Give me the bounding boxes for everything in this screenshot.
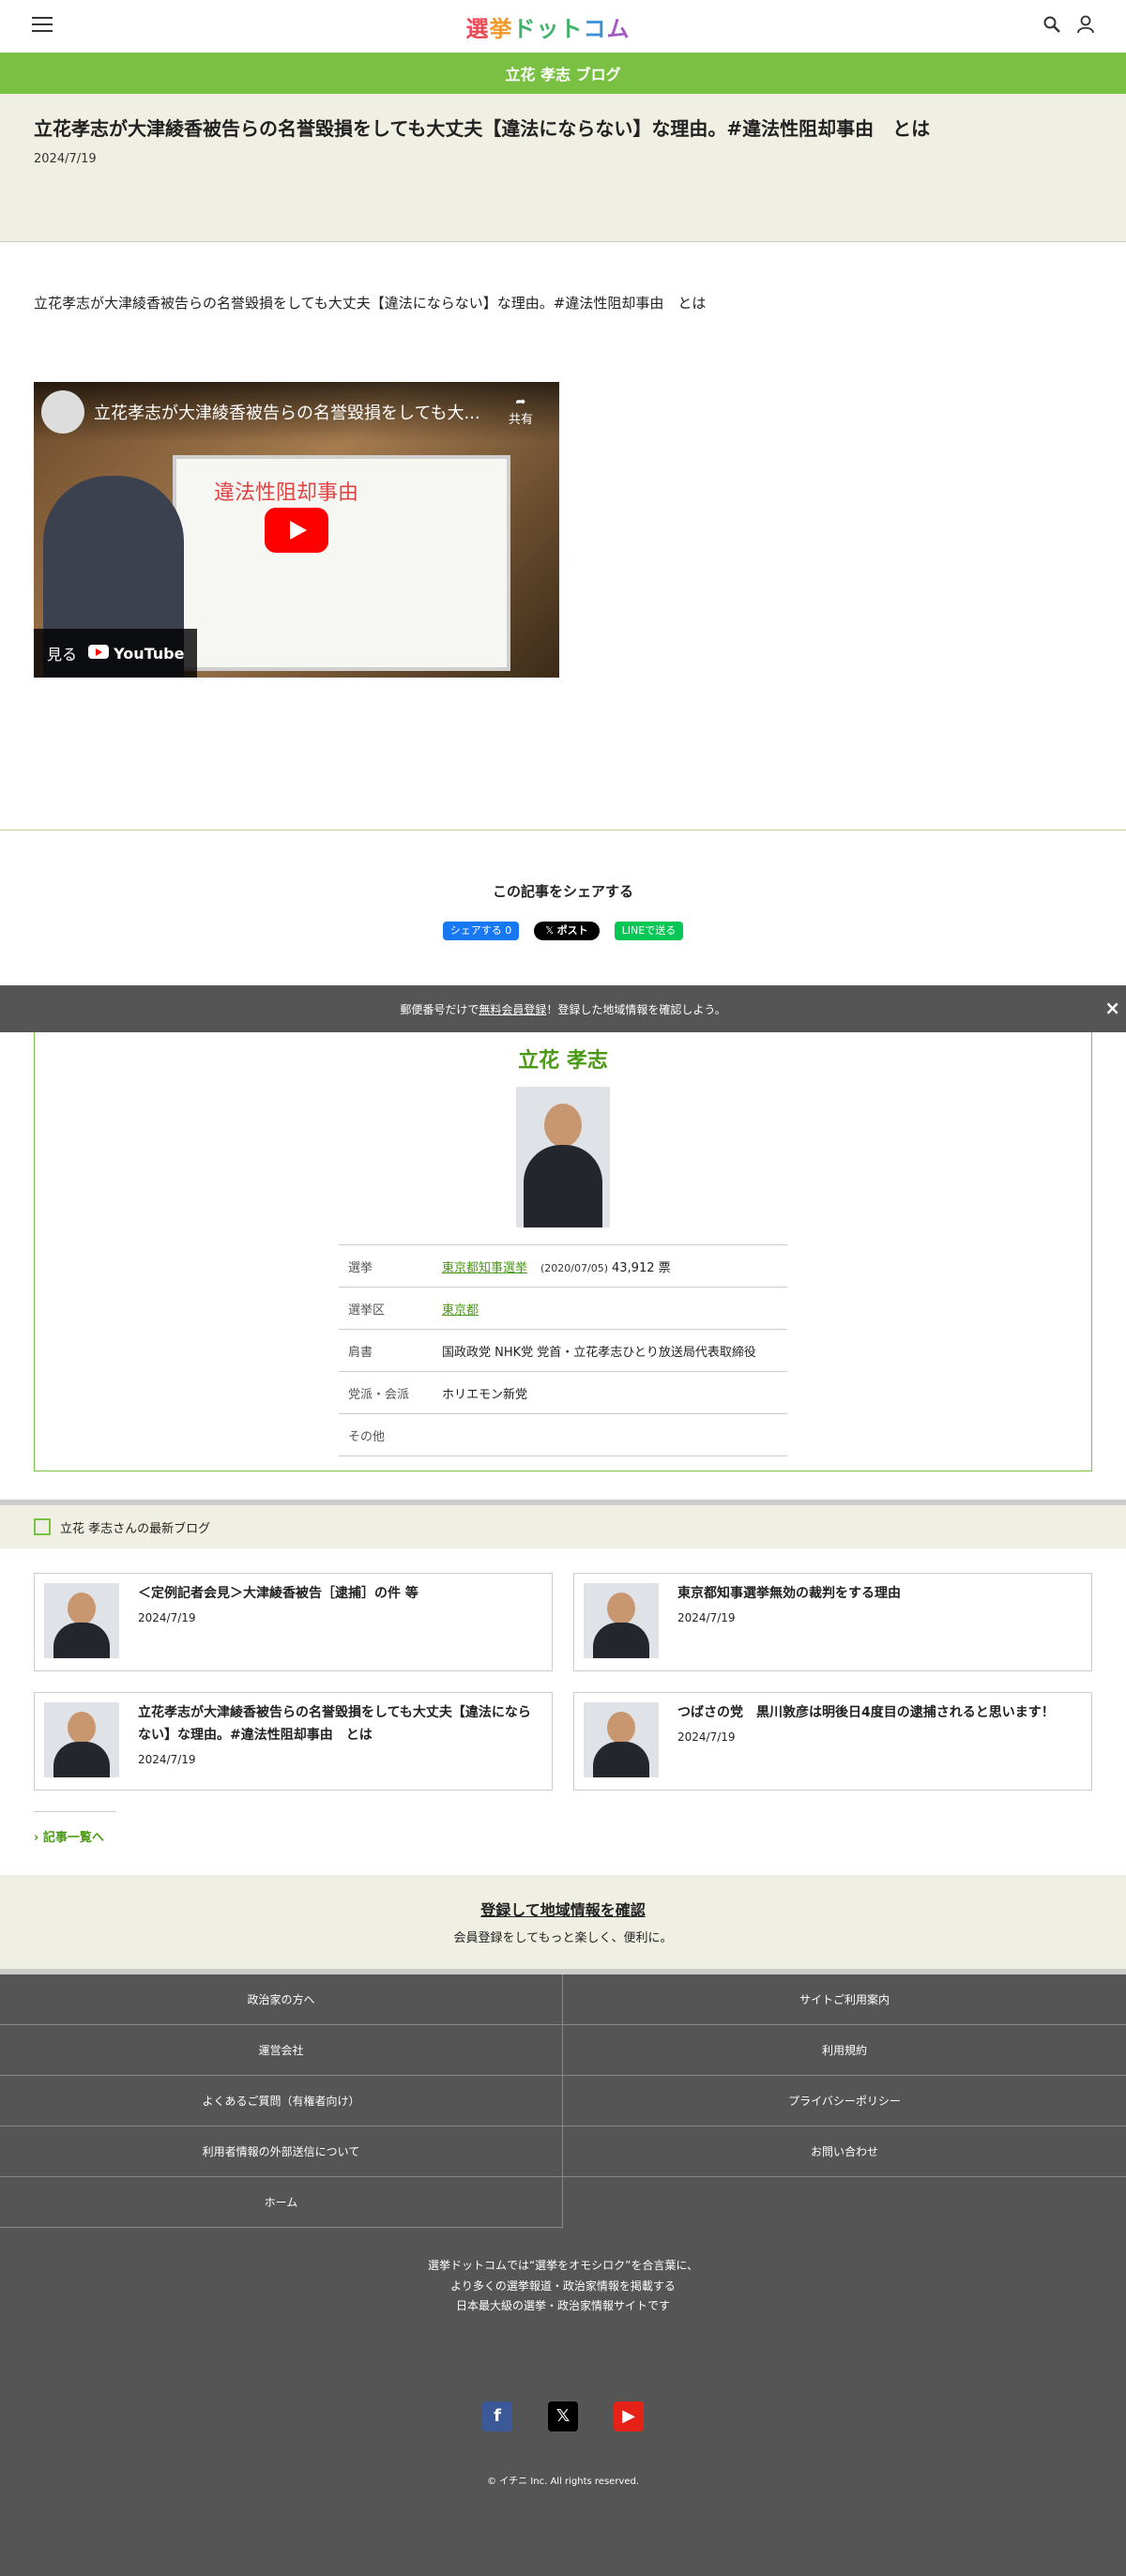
copyright: © イチニ Inc. All rights reserved. [486, 2476, 640, 2487]
watch-on-youtube[interactable]: 見る YouTube [34, 629, 198, 678]
site-header: 選挙ドットコム [0, 0, 1126, 53]
footer-link[interactable]: お問い合わせ [563, 2126, 1126, 2177]
youtube-icon [88, 644, 110, 659]
x-icon[interactable]: 𝕏 [548, 2401, 578, 2431]
close-icon[interactable]: × [1104, 997, 1120, 1019]
election-link[interactable]: 東京都知事選挙 [442, 1261, 527, 1275]
footer-link[interactable]: 利用規約 [563, 2025, 1126, 2076]
blog-thumbnail [44, 1583, 119, 1658]
footer-link[interactable]: よくあるご質問（有権者向け） [0, 2076, 563, 2126]
site-logo[interactable]: 選挙ドットコム [466, 10, 631, 43]
latest-blog-list: ＜定例記者会見＞大津綾香被告［逮捕］の件 等 2024/7/19 東京都知事選挙無… [0, 1548, 1126, 1791]
footer-link[interactable]: サイトご利用案内 [563, 1974, 1126, 2025]
footer-link[interactable]: ホーム [0, 2177, 563, 2228]
footer-link[interactable]: 利用者情報の外部送信について [0, 2126, 563, 2177]
blog-thumbnail [584, 1583, 659, 1658]
share-section: この記事をシェアする シェアする 0 𝕏 ポスト LINEで送る [0, 830, 1126, 985]
blog-card[interactable]: ＜定例記者会見＞大津綾香被告［逮捕］の件 等 2024/7/19 [34, 1573, 553, 1671]
site-footer: 政治家の方へ サイトご利用案内 運営会社 利用規約 よくあるご質問（有権者向け）… [0, 1969, 1126, 2576]
social-links: f 𝕏 ▶ [0, 2401, 1126, 2431]
channel-avatar[interactable] [41, 390, 84, 434]
footer-links: 政治家の方へ サイトご利用案内 運営会社 利用規約 よくあるご質問（有権者向け）… [0, 1974, 1126, 2228]
profile-party: ホリエモン新党 [433, 1371, 787, 1414]
district-link[interactable]: 東京都 [442, 1303, 479, 1318]
blog-card[interactable]: 立花孝志が大津綾香被告らの名誉毀損をしても大丈夫【違法にならない】な理由。#違法… [34, 1692, 553, 1791]
share-heading: この記事をシェアする [492, 883, 633, 900]
profile-other [433, 1413, 787, 1456]
blog-thumbnail [44, 1702, 119, 1777]
blog-card[interactable]: つばさの党 黒川敦彦は明後日4度目の逮捕されると思います！ 2024/7/19 [573, 1692, 1092, 1791]
register-banner: 登録して地域情報を確認 会員登録をしてもっと楽しく、便利に。 [0, 1875, 1126, 1969]
register-subtext: 会員登録をしてもっと楽しく、便利に。 [453, 1931, 673, 1945]
blog-title: 立花 孝志 ブログ [505, 66, 621, 84]
register-notice-bar: 郵便番号だけで 無料会員登録 ！登録した地域情報を確認しよう。 × [0, 985, 1126, 1032]
blog-title-bar: 立花 孝志 ブログ [0, 53, 1126, 94]
user-icon[interactable] [1077, 15, 1094, 38]
blog-thumbnail [584, 1702, 659, 1777]
politician-name[interactable]: 立花 孝志 [35, 1044, 1091, 1074]
video-share-button[interactable]: ➦ 共有 [509, 395, 533, 427]
all-articles-link[interactable]: › 記事一覧へ [34, 1811, 116, 1845]
register-link[interactable]: 登録して地域情報を確認 [0, 1898, 1126, 1920]
play-button[interactable] [265, 508, 328, 553]
profile-table: 選挙 東京都知事選挙 (2020/07/05) 43,912 票 選挙区 東京都 肩書国… [339, 1244, 787, 1456]
article-text: 立花孝志が大津綾香被告らの名誉毀損をしても大丈夫【違法にならない】な理由。#違法… [34, 295, 707, 312]
blog-card[interactable]: 東京都知事選挙無効の裁判をする理由 2024/7/19 [573, 1573, 1092, 1671]
article-header: 立花孝志が大津綾香被告らの名誉毀損をしても大丈夫【違法にならない】な理由。#違法… [0, 94, 1126, 242]
share-arrow-icon: ➦ [515, 395, 526, 409]
footer-link[interactable]: プライバシーポリシー [563, 2076, 1126, 2126]
latest-blog-header: 立花 孝志さんの最新ブログ [0, 1505, 1126, 1548]
footer-link[interactable]: 運営会社 [0, 2025, 563, 2076]
x-post-button[interactable]: 𝕏 ポスト [534, 922, 600, 940]
line-share-button[interactable]: LINEで送る [614, 922, 684, 940]
search-icon[interactable] [1043, 16, 1060, 37]
youtube-embed[interactable]: 違法性阻却事由 立花孝志が大津綾香被告らの名誉毀損をしても大... ➦ 共有 見… [34, 382, 559, 678]
youtube-icon[interactable]: ▶ [614, 2401, 644, 2431]
politician-profile: 立花 孝志 選挙 東京都知事選挙 (2020/07/05) 43,912 票 選挙区東… [34, 1032, 1092, 1471]
article-date: 2024/7/19 [34, 152, 97, 166]
footer-link[interactable]: 政治家の方へ [0, 1974, 563, 2025]
profile-title: 国政政党 NHK党 党首・立花孝志ひとり放送局代表取締役 [433, 1329, 787, 1372]
whiteboard-image: 違法性阻却事由 [173, 455, 510, 671]
blog-icon [34, 1518, 51, 1535]
article-title: 立花孝志が大津綾香被告らの名誉毀損をしても大丈夫【違法にならない】な理由。#違法… [34, 117, 931, 140]
footer-description: 選挙ドットコムでは“選挙をオモシロク”を合言葉に、 より多くの選挙報道・政治家情… [427, 2259, 699, 2313]
politician-photo[interactable] [516, 1087, 610, 1227]
menu-icon[interactable] [32, 17, 53, 36]
video-title[interactable]: 立花孝志が大津綾香被告らの名誉毀損をしても大... [94, 400, 480, 424]
facebook-share-button[interactable]: シェアする 0 [442, 922, 520, 940]
facebook-icon[interactable]: f [482, 2401, 512, 2431]
article-body: 立花孝志が大津綾香被告らの名誉毀損をしても大丈夫【違法にならない】な理由。#違法… [0, 242, 1126, 830]
video-title-bar: 立花孝志が大津綾香被告らの名誉毀損をしても大... [34, 382, 559, 442]
free-register-link[interactable]: 無料会員登録 [479, 1001, 546, 1017]
